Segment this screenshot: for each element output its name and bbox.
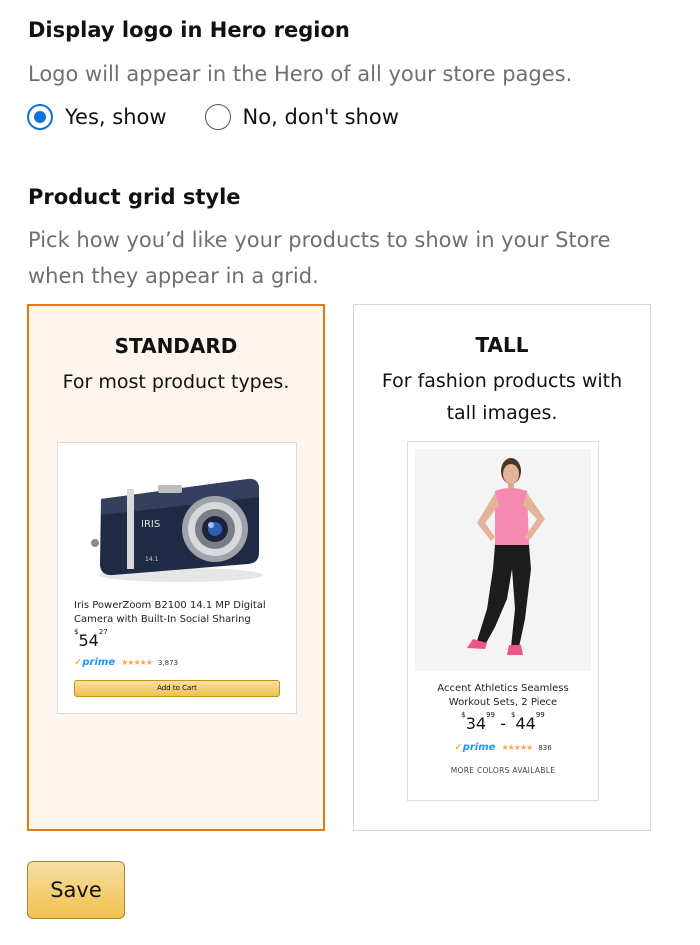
standard-product-meta: ✓prime ★★★★★ 3,873 — [74, 657, 178, 668]
price-high-fraction: 99 — [535, 710, 545, 719]
price-separator: - — [500, 714, 506, 733]
tall-product-title-line1: Accent Athletics Seamless — [437, 683, 569, 694]
price-high-currency: $ — [510, 710, 516, 719]
rating-stars-icon: ★★★★★ — [121, 658, 153, 667]
price-high-whole: 44 — [515, 714, 536, 733]
radio-button-unchecked[interactable] — [204, 104, 231, 130]
logo-section-description: Logo will appear in the Hero of all your… — [28, 62, 573, 86]
radio-yes-label: Yes, show — [65, 105, 167, 129]
price-currency: $ — [74, 627, 79, 636]
save-button[interactable]: Save — [27, 861, 125, 919]
logo-section-title: Display logo in Hero region — [28, 18, 350, 42]
more-colors-text: MORE COLORS AVAILABLE — [450, 766, 556, 775]
standard-product-title-line1: Iris PowerZoom B2100 14.1 MP Digital — [74, 600, 266, 611]
card-tall-description-line1: For fashion products with — [381, 370, 623, 392]
grid-section-description-line2: when they appear in a grid. — [28, 264, 319, 288]
card-standard-description: For most product types. — [62, 371, 290, 393]
tall-product-meta: ✓prime ★★★★★ 836 — [408, 742, 598, 753]
card-standard-title: STANDARD — [114, 334, 238, 358]
radio-button-checked[interactable] — [27, 104, 53, 130]
card-tall-description-line2: tall images. — [446, 402, 558, 424]
rating-stars-icon: ★★★★★ — [501, 743, 533, 752]
price-fraction: 27 — [98, 627, 108, 636]
price-low-fraction: 99 — [486, 710, 496, 719]
tall-product-title-line2: Workout Sets, 2 Piece — [448, 697, 558, 708]
review-count: 836 — [538, 743, 552, 752]
prime-logo: ✓prime — [454, 742, 496, 753]
standard-product-title-line2: Camera with Built-In Social Sharing — [74, 614, 251, 625]
grid-style-card-tall[interactable]: TALL For fashion products with tall imag… — [353, 304, 651, 831]
standard-product-tile: IRIS 14.1 Iris PowerZoom B2100 14.1 MP D… — [57, 442, 297, 714]
radio-yes-show[interactable]: Yes, show — [27, 104, 167, 130]
price-whole: 54 — [78, 631, 99, 650]
grid-style-card-standard[interactable]: STANDARD For most product types. IRIS 14… — [27, 304, 325, 831]
svg-text:IRIS: IRIS — [141, 519, 160, 530]
svg-text:14.1: 14.1 — [145, 556, 159, 563]
tall-product-tile: Accent Athletics Seamless Workout Sets, … — [407, 441, 599, 801]
woman-athletic-wear-image — [415, 449, 591, 671]
camera-product-image: IRIS 14.1 — [91, 478, 263, 582]
review-count: 3,873 — [157, 658, 179, 667]
logo-radio-group: Yes, show No, don't show — [27, 104, 437, 130]
price-low-whole: 34 — [465, 714, 487, 733]
card-tall-title: TALL — [475, 333, 529, 357]
grid-section-title: Product grid style — [28, 185, 241, 209]
prime-check-icon: ✓ — [454, 742, 463, 753]
price-low-currency: $ — [461, 710, 466, 719]
radio-no-show[interactable]: No, don't show — [204, 104, 399, 130]
tall-product-price-range: $3499 - $4499 — [408, 710, 598, 733]
grid-section-description-line1: Pick how you’d like your products to sho… — [28, 228, 611, 252]
prime-logo: ✓prime — [74, 657, 116, 668]
radio-no-label: No, don't show — [242, 105, 399, 129]
add-to-cart-button: Add to Cart — [74, 680, 280, 697]
standard-product-price: $5427 — [74, 627, 108, 650]
